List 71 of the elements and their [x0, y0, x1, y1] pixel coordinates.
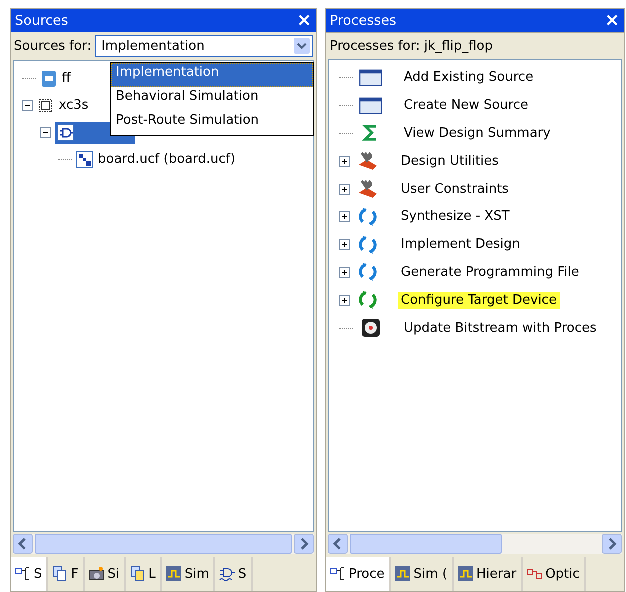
expand-toggle[interactable] [339, 239, 350, 250]
waveform-icon [394, 566, 411, 582]
panel-tab[interactable]: F [48, 557, 85, 591]
constraints-file-icon [76, 150, 94, 168]
window-icon [359, 68, 383, 88]
horizontal-scrollbar[interactable] [13, 534, 314, 554]
pages-icon [52, 566, 68, 582]
panel-tab[interactable]: Sim [162, 557, 216, 591]
hierarchy-icon [15, 566, 31, 582]
scroll-right-icon[interactable] [602, 534, 622, 554]
collapse-toggle[interactable] [40, 127, 51, 138]
sources-for-label: Sources for: [14, 38, 92, 54]
expand-toggle[interactable] [339, 211, 350, 222]
plus-icon [340, 296, 349, 305]
close-button[interactable]: × [296, 10, 312, 31]
panel-tab[interactable]: Proce [326, 557, 391, 591]
expand-toggle[interactable] [339, 156, 350, 167]
panel-tab[interactable]: S [11, 557, 48, 591]
gate-icon [57, 124, 75, 142]
close-button[interactable]: × [604, 10, 620, 31]
waveform-icon [166, 566, 182, 582]
horizontal-scrollbar[interactable] [328, 534, 622, 554]
plus-icon [340, 156, 349, 166]
window-icon [359, 96, 383, 116]
refresh-icon [356, 290, 380, 310]
dropdown-option[interactable]: Post-Route Simulation [111, 111, 313, 135]
panel-tab[interactable]: L [126, 557, 162, 591]
process-item[interactable]: Implement Design [398, 236, 524, 254]
panel-tab[interactable]: Optic [522, 557, 586, 591]
process-item[interactable]: User Constraints [398, 180, 512, 198]
refresh-icon [356, 206, 380, 227]
collapse-toggle[interactable] [22, 100, 33, 111]
plus-icon [340, 184, 349, 194]
plus-icon [340, 240, 349, 250]
process-item[interactable]: View Design Summary [401, 124, 554, 142]
tree-item[interactable]: board.ucf (board.ucf) [98, 152, 236, 167]
refresh-icon [356, 234, 380, 255]
panel-tab[interactable]: Hierar [454, 557, 523, 591]
process-item[interactable]: Generate Programming File [398, 264, 582, 281]
expand-toggle[interactable] [339, 266, 350, 278]
plus-icon [340, 212, 349, 222]
expand-toggle[interactable] [339, 184, 350, 195]
process-item[interactable]: Update Bitstream with Proces [401, 320, 600, 337]
waveform-icon [458, 566, 474, 582]
expand-toggle[interactable] [339, 294, 350, 306]
tree-item[interactable]: ff [62, 71, 71, 86]
process-item[interactable]: Design Utilities [398, 152, 502, 170]
process-item[interactable]: Create New Source [401, 97, 532, 114]
panel-title: Sources [15, 12, 68, 28]
process-item[interactable]: Configure Target Device [398, 292, 560, 309]
scroll-right-icon[interactable] [294, 534, 314, 554]
scroll-left-icon[interactable] [13, 534, 33, 554]
process-item[interactable]: Add Existing Source [401, 69, 537, 86]
panel-title: Processes [330, 12, 397, 28]
panel-tab[interactable]: Sim ( [390, 557, 454, 591]
process-item[interactable]: Synthesize - XST [398, 208, 513, 226]
sources-dropdown[interactable]: Implementation [94, 35, 313, 57]
file-icon [40, 70, 58, 88]
tree-item[interactable]: xc3s [59, 98, 89, 113]
dropdown-option[interactable]: Implementation [111, 63, 313, 87]
refresh-icon [356, 262, 380, 282]
scroll-left-icon[interactable] [328, 534, 348, 554]
camera-icon [88, 566, 105, 582]
panel-tab[interactable]: S [215, 557, 253, 591]
folders-icon [130, 566, 146, 582]
plus-icon [340, 268, 349, 277]
gate-icon [219, 566, 236, 582]
chevron-icon [294, 38, 310, 54]
dropdown-option[interactable]: Behavioral Simulation [111, 87, 313, 111]
panel-tab[interactable]: Si [84, 557, 126, 591]
process-icon [330, 566, 346, 582]
